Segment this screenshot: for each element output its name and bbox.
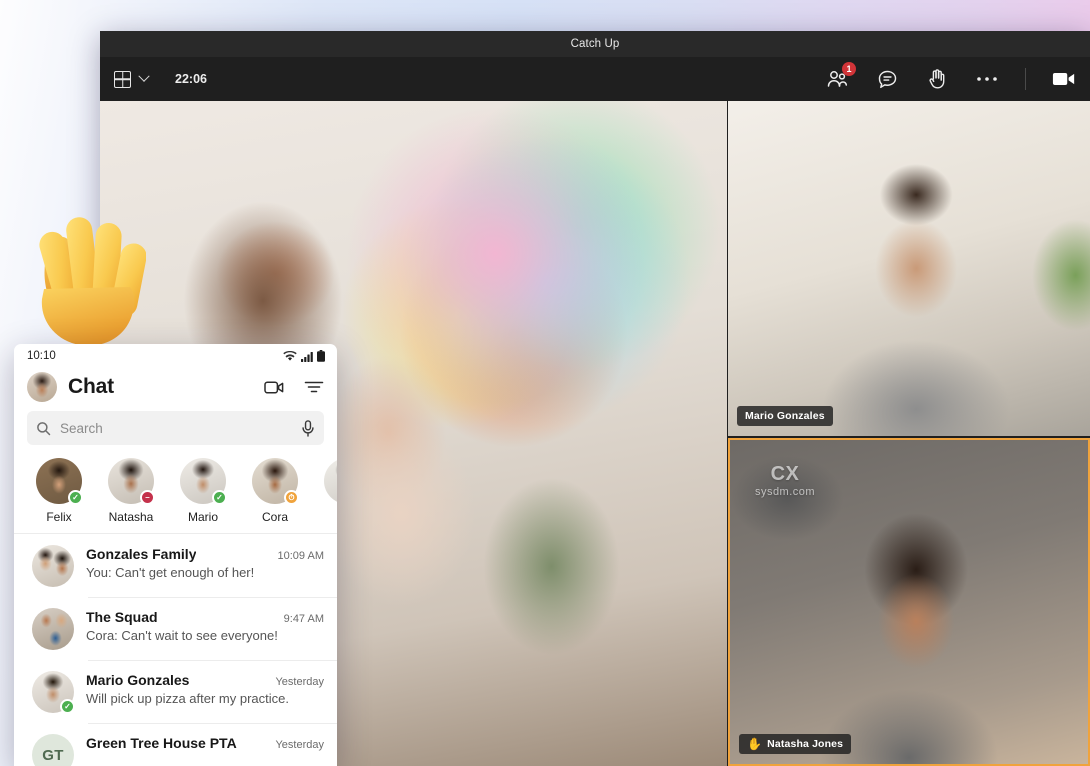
status-badge: – [140,490,155,505]
header-actions [264,379,324,396]
meeting-toolbar: 22:06 1 [100,57,1090,101]
video-tile-mario[interactable]: Mario Gonzales [728,101,1090,436]
more-options-icon[interactable] [975,67,999,91]
toolbar-right-group: 1 [825,62,1076,91]
chat-preview: Cora: Can't wait to see everyone! [86,628,278,643]
raised-hand-emoji-icon: ✋ [747,737,763,751]
video-call-icon[interactable] [264,379,284,396]
person-chip[interactable]: – Natasha [106,458,156,524]
avatar: ✓ [36,458,83,505]
cellular-signal-icon [301,351,313,362]
chat-preview: You: Can't get enough of her! [86,565,255,580]
person-chip[interactable]: Eri [322,458,337,524]
person-name: Cora [261,510,288,524]
list-item-body: Mario Gonzales Yesterday Will pick up pi… [86,671,324,706]
raise-hand-icon[interactable] [925,67,949,91]
list-item-top: The Squad 9:47 AM [86,609,324,625]
participant-name: Mario Gonzales [745,410,825,422]
status-bar-indicators [283,350,325,362]
filter-icon[interactable] [304,380,324,394]
participant-name: Natasha Jones [767,738,844,750]
list-item[interactable]: GT Green Tree House PTA Yesterday [14,723,337,766]
status-bar-time: 10:10 [27,350,56,362]
camera-icon[interactable] [1052,67,1076,91]
wifi-icon [283,350,297,361]
participant-name-badge: Mario Gonzales [737,406,833,426]
chat-time: 9:47 AM [283,613,324,625]
avatar-initials: GT [42,746,64,764]
battery-icon [317,350,325,362]
chat-title: The Squad [86,609,158,625]
avatar[interactable] [27,372,57,402]
chat-time: Yesterday [275,676,324,688]
toolbar-left-group: 22:06 [114,70,207,88]
avatar [32,608,74,650]
avatar [32,545,74,587]
chat-time: 10:09 AM [277,550,324,562]
chevron-down-icon[interactable] [138,70,150,82]
microphone-icon[interactable] [301,419,315,437]
people-icon[interactable]: 1 [825,62,856,91]
status-badge: ✓ [68,490,83,505]
video-feed-mario [728,101,1090,436]
window-title: Catch Up [570,38,620,50]
window-titlebar: Catch Up [100,31,1090,57]
list-item[interactable]: The Squad 9:47 AM Cora: Can't wait to se… [14,597,337,660]
people-strip[interactable]: ✓ Felix – Natasha ✓ Mario ⏱ Cora Eri [14,456,337,533]
people-count-badge: 1 [842,62,856,76]
mobile-chat-panel: 10:10 Chat Search ✓ Felix – Natasha ✓ Ma… [14,344,337,766]
mobile-chat-header: Chat [14,368,337,411]
status-badge: ✓ [212,490,227,505]
person-chip[interactable]: ⏱ Cora [250,458,300,524]
status-badge: ⏱ [284,490,299,505]
avatar: ✓ [32,671,75,714]
list-item-top: Green Tree House PTA Yesterday [86,735,324,751]
person-name: Felix [46,510,72,524]
chat-title: Green Tree House PTA [86,735,237,751]
avatar: GT [32,734,74,766]
list-item-top: Mario Gonzales Yesterday [86,672,324,688]
avatar [324,458,337,504]
participant-name-badge: ✋ Natasha Jones [739,734,852,754]
page-title: Chat [68,375,114,398]
list-item[interactable]: ✓ Mario Gonzales Yesterday Will pick up … [14,660,337,723]
person-name: Mario [187,510,218,524]
person-name: Eri [322,510,337,524]
video-feed-natasha [730,440,1088,764]
grid-icon[interactable] [114,70,131,88]
chat-preview: Will pick up pizza after my practice. [86,691,290,706]
meeting-clock: 22:06 [175,72,207,86]
list-item-body: The Squad 9:47 AM Cora: Can't wait to se… [86,608,324,643]
chat-title: Mario Gonzales [86,672,190,688]
person-chip[interactable]: ✓ Mario [178,458,228,524]
video-tile-natasha[interactable]: ✋ Natasha Jones [728,438,1090,766]
mobile-status-bar: 10:10 [14,344,337,368]
person-name: Natasha [108,510,154,524]
person-chip[interactable]: ✓ Felix [34,458,84,524]
search-placeholder: Search [60,420,103,436]
chat-list: Gonzales Family 10:09 AM You: Can't get … [14,533,337,766]
chat-bubble-icon[interactable] [875,67,899,91]
chat-title: Gonzales Family [86,546,197,562]
status-badge: ✓ [60,699,75,714]
avatar: ⏱ [252,458,299,505]
list-item-top: Gonzales Family 10:09 AM [86,546,324,562]
avatar: ✓ [180,458,227,505]
list-item-body: Green Tree House PTA Yesterday [86,734,324,754]
chat-time: Yesterday [275,739,324,751]
list-item-body: Gonzales Family 10:09 AM You: Can't get … [86,545,324,580]
search-input[interactable]: Search [27,411,324,445]
search-icon [37,421,51,435]
list-item[interactable]: Gonzales Family 10:09 AM You: Can't get … [14,534,337,597]
toolbar-divider [1025,68,1026,90]
avatar: – [108,458,155,505]
